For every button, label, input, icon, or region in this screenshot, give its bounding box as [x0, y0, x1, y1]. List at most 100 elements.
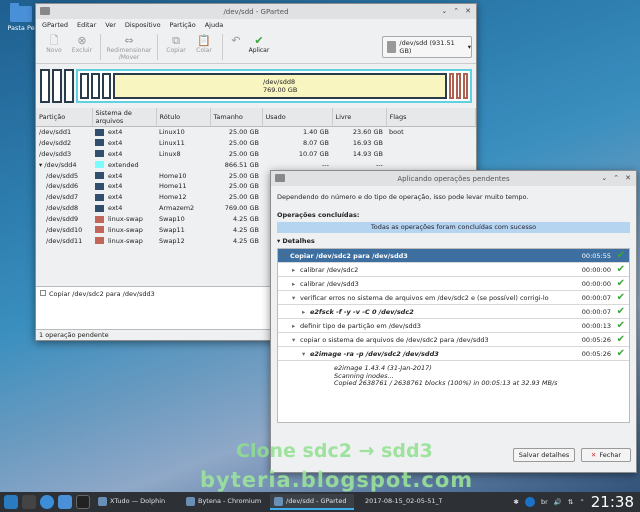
- device-selector[interactable]: /dev/sdd (931.51 GB) ▾: [382, 36, 472, 58]
- detail-row[interactable]: ▾ verificar erros no sistema de arquivos …: [278, 291, 629, 305]
- expander-icon[interactable]: ▾: [292, 336, 300, 344]
- network-icon[interactable]: ⇅: [568, 498, 573, 506]
- maximize-icon[interactable]: ⌃: [453, 7, 459, 15]
- menu-item-editar[interactable]: Editar: [77, 21, 96, 29]
- column-header[interactable]: Partição: [36, 108, 93, 127]
- expander-icon[interactable]: ▾: [282, 252, 290, 260]
- delete-icon: ⊗: [77, 34, 87, 47]
- detail-row[interactable]: ▾ e2image -ra -p /dev/sdc2 /dev/sdd3 00:05…: [278, 347, 629, 361]
- copy-button[interactable]: ⧉ Copiar: [162, 34, 190, 54]
- partition-block[interactable]: [64, 69, 74, 103]
- clock[interactable]: 21:38: [591, 493, 634, 511]
- resize-move-button[interactable]: ⇔ Redimensionar /Mover: [105, 34, 153, 61]
- column-header[interactable]: Flags: [386, 108, 476, 127]
- partition-block[interactable]: [40, 69, 50, 103]
- taskbar-task[interactable]: XTudo — Dolphin: [94, 494, 178, 510]
- partition-block[interactable]: [456, 73, 461, 99]
- partition-block[interactable]: [91, 73, 100, 99]
- map-partition-name: /dev/sdd8: [263, 78, 296, 86]
- taskbar-task[interactable]: 2017-08-15_02-05-51_T...: [358, 494, 442, 510]
- partition-block[interactable]: [449, 73, 454, 99]
- close-icon[interactable]: ✕: [465, 7, 471, 15]
- cell-size: 25.00 GB: [228, 128, 259, 137]
- expander-icon[interactable]: ▾: [302, 350, 310, 358]
- terminal-icon[interactable]: [76, 495, 90, 509]
- detail-row[interactable]: ▸ calibrar /dev/sdd3 00:00:00 ✔: [278, 277, 629, 291]
- minimize-icon[interactable]: ⌄: [601, 174, 607, 182]
- gparted-titlebar[interactable]: /dev/sdd - GParted ⌄ ⌃ ✕: [36, 4, 476, 19]
- progress-banner: Todas as operações foram concluídas com …: [277, 222, 630, 233]
- menu-item-ver[interactable]: Ver: [105, 21, 116, 29]
- cell-label: [156, 159, 210, 170]
- language-indicator[interactable]: br: [541, 498, 548, 506]
- dialog-titlebar[interactable]: Aplicando operações pendentes ⌄ ⌃ ✕: [271, 171, 636, 186]
- detail-text: verificar erros no sistema de arquivos e…: [300, 293, 549, 302]
- expander-icon[interactable]: ▸: [302, 308, 310, 316]
- table-row[interactable]: ▾ /dev/sdd4 extended 866.51 GB --- ---: [36, 159, 476, 170]
- chromium-icon[interactable]: [40, 495, 54, 509]
- desktop-folder-icon[interactable]: Pasta Pe: [4, 3, 38, 32]
- partition-block[interactable]: [80, 73, 89, 99]
- column-header[interactable]: Rótulo: [156, 108, 211, 127]
- minimize-icon[interactable]: ⌄: [441, 7, 447, 15]
- delete-button[interactable]: ⊗ Excluir: [68, 34, 96, 54]
- menu-item-partição[interactable]: Partição: [170, 21, 196, 29]
- folder-icon[interactable]: [58, 495, 72, 509]
- taskbar-task[interactable]: Bytena - Chromium: [182, 494, 266, 510]
- apply-button[interactable]: ✔ Aplicar: [245, 34, 273, 54]
- close-button[interactable]: ✕ Fechar: [581, 448, 631, 462]
- hp-icon[interactable]: [524, 497, 535, 507]
- cell-used: ---: [321, 160, 329, 169]
- cell-filesystem: ext4: [108, 182, 123, 191]
- partition-block[interactable]: [463, 73, 468, 99]
- save-details-button[interactable]: Salvar detalhes: [513, 448, 575, 462]
- menu-item-gparted[interactable]: GParted: [42, 21, 68, 29]
- partition-block[interactable]: [52, 69, 62, 103]
- taskbar-task[interactable]: /dev/sdd - GParted: [270, 494, 354, 510]
- expander-icon[interactable]: ▾: [292, 294, 300, 302]
- detail-row[interactable]: ▾ Copiar /dev/sdc2 para /dev/sdd3 00:05:55…: [278, 249, 629, 263]
- desktop-icon[interactable]: [22, 495, 36, 509]
- close-icon[interactable]: ✕: [625, 174, 631, 182]
- partition-block[interactable]: [102, 73, 111, 99]
- volume-icon[interactable]: 🔊: [554, 498, 562, 506]
- detail-row[interactable]: ▸ e2fsck -f -y -v -C 0 /dev/sdc2 00:00:07 ✔: [278, 305, 629, 319]
- expander-icon[interactable]: ▸: [292, 266, 300, 274]
- undo-button[interactable]: ↶: [227, 34, 245, 47]
- table-row[interactable]: /dev/sdd1 ext4 Linux10 25.00 GB 1.40 GB 23.60…: [36, 127, 476, 138]
- table-row[interactable]: /dev/sdd3 ext4 Linux8 25.00 GB 10.07 GB 14.93…: [36, 148, 476, 159]
- new-button[interactable]: 🗋 Novo: [40, 34, 68, 54]
- pending-item[interactable]: Copiar /dev/sdc2 para /dev/sdd3: [49, 290, 155, 298]
- detail-time: 00:05:26: [581, 335, 611, 344]
- extended-partition-block[interactable]: /dev/sdd8 769.00 GB: [76, 69, 472, 103]
- column-header[interactable]: Usado: [262, 108, 333, 127]
- column-header[interactable]: Tamanho: [210, 108, 263, 127]
- taskbar: XTudo — Dolphin Bytena - Chromium/dev/sdd…: [0, 492, 640, 512]
- menu-item-ajuda[interactable]: Ajuda: [205, 21, 223, 29]
- task-label: /dev/sdd - GParted: [286, 497, 347, 505]
- detail-row[interactable]: ▸ calibrar /dev/sdc2 00:00:00 ✔: [278, 263, 629, 277]
- column-header[interactable]: Sistema de arquivos: [92, 108, 157, 127]
- column-header[interactable]: Livre: [332, 108, 387, 127]
- table-row[interactable]: /dev/sdd2 ext4 Linux11 25.00 GB 8.07 GB 16.93…: [36, 137, 476, 148]
- toolbar-separator: [157, 34, 158, 60]
- app-launcher-icon[interactable]: [4, 495, 18, 509]
- checkmark-icon: ✔: [616, 250, 625, 261]
- expand-tray-icon[interactable]: ⌃: [579, 498, 584, 506]
- desktop-icon-label: Pasta Pe: [7, 24, 35, 32]
- paste-button[interactable]: 📋 Colar: [190, 34, 218, 54]
- bluetooth-icon[interactable]: ✱: [514, 498, 519, 506]
- cell-partition: /dev/sdd5: [46, 171, 79, 180]
- maximize-icon[interactable]: ⌃: [613, 174, 619, 182]
- cell-filesystem: ext4: [108, 128, 123, 137]
- menu-item-dispositivo[interactable]: Dispositivo: [125, 21, 161, 29]
- expander-icon[interactable]: ▸: [292, 280, 300, 288]
- expander-icon[interactable]: ▸: [292, 322, 300, 330]
- detail-row[interactable]: ▾ copiar o sistema de arquivos de /dev/sd…: [278, 333, 629, 347]
- task-app-icon: [274, 496, 283, 506]
- cell-filesystem: extended: [108, 160, 139, 169]
- detail-row[interactable]: ▸ definir tipo de partição em /dev/sdd3 00…: [278, 319, 629, 333]
- details-toggle[interactable]: ▾ Detalhes: [277, 237, 630, 245]
- cell-free: 16.93 GB: [352, 138, 383, 147]
- partition-block-selected[interactable]: /dev/sdd8 769.00 GB: [113, 73, 447, 99]
